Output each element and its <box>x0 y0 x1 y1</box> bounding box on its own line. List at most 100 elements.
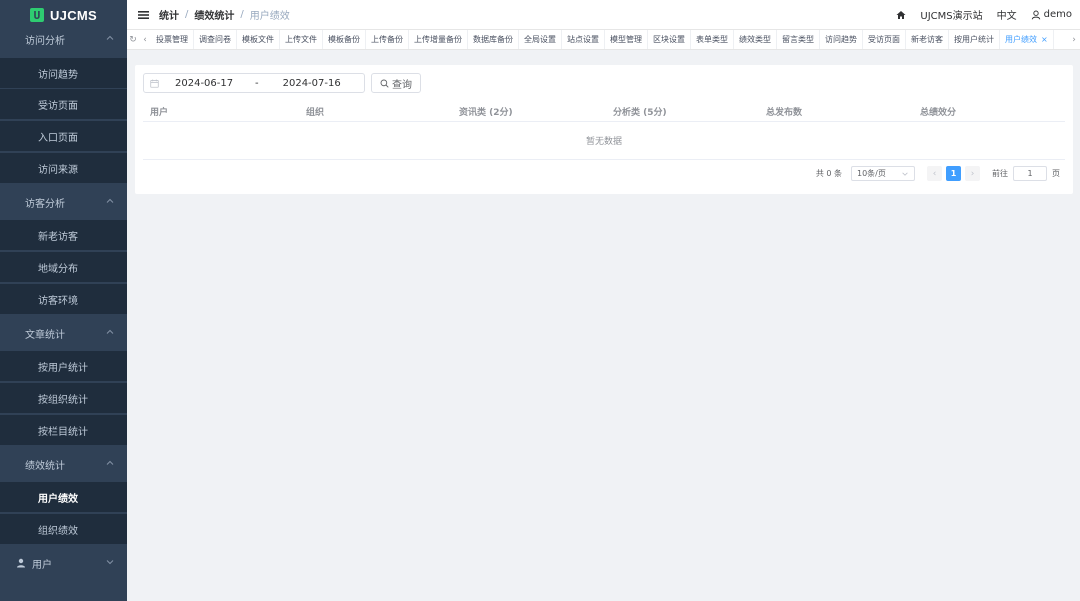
sidebar-item-label: 按栏目统计 <box>38 426 88 438</box>
chevron-up-icon <box>106 329 114 334</box>
column-header-total-score[interactable]: 总绩效分 <box>920 105 956 118</box>
sidebar-item-region[interactable]: 地域分布 <box>0 252 127 282</box>
header-actions: UJCMS演示站 中文 demo <box>896 7 1080 22</box>
tab-block-settings[interactable]: 区块设置 <box>648 30 691 49</box>
empty-state: 暂无数据 <box>143 122 1065 160</box>
sidebar-group-user[interactable]: 用户 <box>0 548 127 578</box>
column-header-user[interactable]: 用户 <box>150 105 168 118</box>
tab-upload-backup[interactable]: 上传备份 <box>366 30 409 49</box>
sidebar-item-label: 按组织统计 <box>38 394 88 406</box>
breadcrumb-item[interactable]: 统计 <box>159 7 179 22</box>
tab-performance-types[interactable]: 绩效类型 <box>734 30 777 49</box>
pagination: 共 0 条 10条/页 ‹ 1 › 前往 1 页 <box>816 166 1060 181</box>
tab-user-performance[interactable]: 用户绩效 × <box>1000 30 1054 49</box>
language-switch[interactable]: 中文 <box>997 7 1017 22</box>
sidebar-group-label: 绩效统计 <box>25 460 65 472</box>
sidebar-group-label: 访客分析 <box>25 198 65 210</box>
sidebar-group-visit-analysis[interactable]: 访问分析 <box>0 24 127 54</box>
sidebar-group-article-stats[interactable]: 文章统计 <box>0 318 127 348</box>
sidebar-item-label: 用户绩效 <box>38 493 78 505</box>
breadcrumb: 统计 / 绩效统计 / 用户绩效 <box>159 7 290 22</box>
sidebar-item-label: 入口页面 <box>38 132 78 144</box>
sidebar-item-label: 地域分布 <box>38 263 78 275</box>
refresh-icon[interactable]: ↻ <box>127 30 139 49</box>
tab-by-user-stats[interactable]: 按用户统计 <box>949 30 1000 49</box>
date-range-picker[interactable]: 2024-06-17 - 2024-07-16 <box>143 73 365 93</box>
end-date-input[interactable]: 2024-07-16 <box>283 78 341 89</box>
sidebar-item-user-performance[interactable]: 用户绩效 <box>0 482 127 512</box>
top-header: 统计 / 绩效统计 / 用户绩效 UJCMS演示站 中文 demo <box>127 0 1080 30</box>
sidebar-item-label: 访客环境 <box>38 295 78 307</box>
sidebar-group-visitor-analysis[interactable]: 访客分析 <box>0 187 127 217</box>
sidebar-group-label: 文章统计 <box>25 329 65 341</box>
chevron-right-icon[interactable]: › <box>1068 30 1080 49</box>
close-icon[interactable]: × <box>1041 35 1048 44</box>
sidebar-item-label: 访问来源 <box>38 164 78 176</box>
user-icon <box>17 558 25 568</box>
sidebar-item-visitor-env[interactable]: 访客环境 <box>0 284 127 314</box>
user-menu[interactable]: demo <box>1031 9 1072 20</box>
chevron-up-icon <box>106 198 114 203</box>
sidebar-item-by-org[interactable]: 按组织统计 <box>0 383 127 413</box>
chevron-left-icon[interactable]: ‹ <box>139 30 151 49</box>
tab-template-backup[interactable]: 模板备份 <box>323 30 366 49</box>
breadcrumb-item[interactable]: 绩效统计 <box>194 7 234 22</box>
sidebar-group-label: 用户 <box>32 559 52 571</box>
tab-visit-trend[interactable]: 访问趋势 <box>820 30 863 49</box>
start-date-input[interactable]: 2024-06-17 <box>175 78 235 89</box>
prev-page-button[interactable]: ‹ <box>927 166 942 181</box>
total-count: 共 0 条 <box>815 169 842 178</box>
chevron-down-icon <box>106 560 114 565</box>
table-header: 用户 组织 资讯类 (2分) 分析类 (5分) 总发布数 总绩效分 <box>143 100 1065 122</box>
sidebar-item-entry-pages[interactable]: 入口页面 <box>0 121 127 151</box>
logo-icon: U <box>29 8 44 22</box>
site-name-link[interactable]: UJCMS演示站 <box>920 7 982 22</box>
tab-vote[interactable]: 投票管理 <box>151 30 194 49</box>
page-number-current[interactable]: 1 <box>946 166 961 181</box>
tab-global-settings[interactable]: 全局设置 <box>519 30 562 49</box>
sidebar-item-by-user[interactable]: 按用户统计 <box>0 351 127 381</box>
calendar-icon <box>150 79 159 88</box>
sidebar-item-visit-source[interactable]: 访问来源 <box>0 153 127 183</box>
column-header-analysis[interactable]: 分析类 (5分) <box>613 105 667 118</box>
tabs-list: 投票管理 调查问卷 模板文件 上传文件 模板备份 上传备份 上传增量备份 数据库… <box>151 30 1068 49</box>
tab-site-settings[interactable]: 站点设置 <box>562 30 605 49</box>
column-header-org[interactable]: 组织 <box>306 105 324 118</box>
goto-page-input[interactable]: 1 <box>1013 166 1047 181</box>
tab-new-old-visitors[interactable]: 新老访客 <box>906 30 949 49</box>
tab-survey[interactable]: 调查问卷 <box>194 30 237 49</box>
sidebar-group-label: 访问分析 <box>25 35 65 47</box>
tab-form-types[interactable]: 表单类型 <box>691 30 734 49</box>
logo-text: UJCMS <box>49 7 97 23</box>
sidebar-item-label: 新老访客 <box>38 231 78 243</box>
hamburger-icon[interactable] <box>138 10 149 20</box>
tab-template-files[interactable]: 模板文件 <box>237 30 280 49</box>
sidebar-item-visit-trend[interactable]: 访问趋势 <box>0 58 127 88</box>
tab-message-types[interactable]: 留言类型 <box>777 30 820 49</box>
tab-db-backup[interactable]: 数据库备份 <box>468 30 519 49</box>
query-button[interactable]: 查询 <box>371 73 421 93</box>
sidebar-item-visited-pages[interactable]: 受访页面 <box>0 89 127 119</box>
column-header-news[interactable]: 资讯类 (2分) <box>459 105 513 118</box>
page-size-select[interactable]: 10条/页 <box>851 166 915 181</box>
tab-incremental-backup[interactable]: 上传增量备份 <box>409 30 468 49</box>
sidebar-item-label: 组织绩效 <box>38 525 78 537</box>
page-unit-label: 页 <box>1052 169 1060 178</box>
tab-label: 用户绩效 <box>1005 35 1037 44</box>
tab-model-management[interactable]: 模型管理 <box>605 30 648 49</box>
username: demo <box>1043 9 1072 20</box>
chevron-up-icon <box>106 460 114 465</box>
sidebar-item-org-performance[interactable]: 组织绩效 <box>0 514 127 544</box>
next-page-button[interactable]: › <box>965 166 980 181</box>
breadcrumb-separator: / <box>185 9 189 20</box>
sidebar-item-label: 受访页面 <box>38 100 78 112</box>
tab-upload-files[interactable]: 上传文件 <box>280 30 323 49</box>
home-icon[interactable] <box>896 10 906 20</box>
column-header-total-posts[interactable]: 总发布数 <box>766 105 802 118</box>
sidebar-group-performance[interactable]: 绩效统计 <box>0 449 127 479</box>
sidebar-item-new-old-visitors[interactable]: 新老访客 <box>0 220 127 250</box>
breadcrumb-separator: / <box>240 9 244 20</box>
performance-table: 用户 组织 资讯类 (2分) 分析类 (5分) 总发布数 总绩效分 暂无数据 <box>143 100 1065 160</box>
tab-visited-pages[interactable]: 受访页面 <box>863 30 906 49</box>
sidebar-item-by-channel[interactable]: 按栏目统计 <box>0 415 127 445</box>
